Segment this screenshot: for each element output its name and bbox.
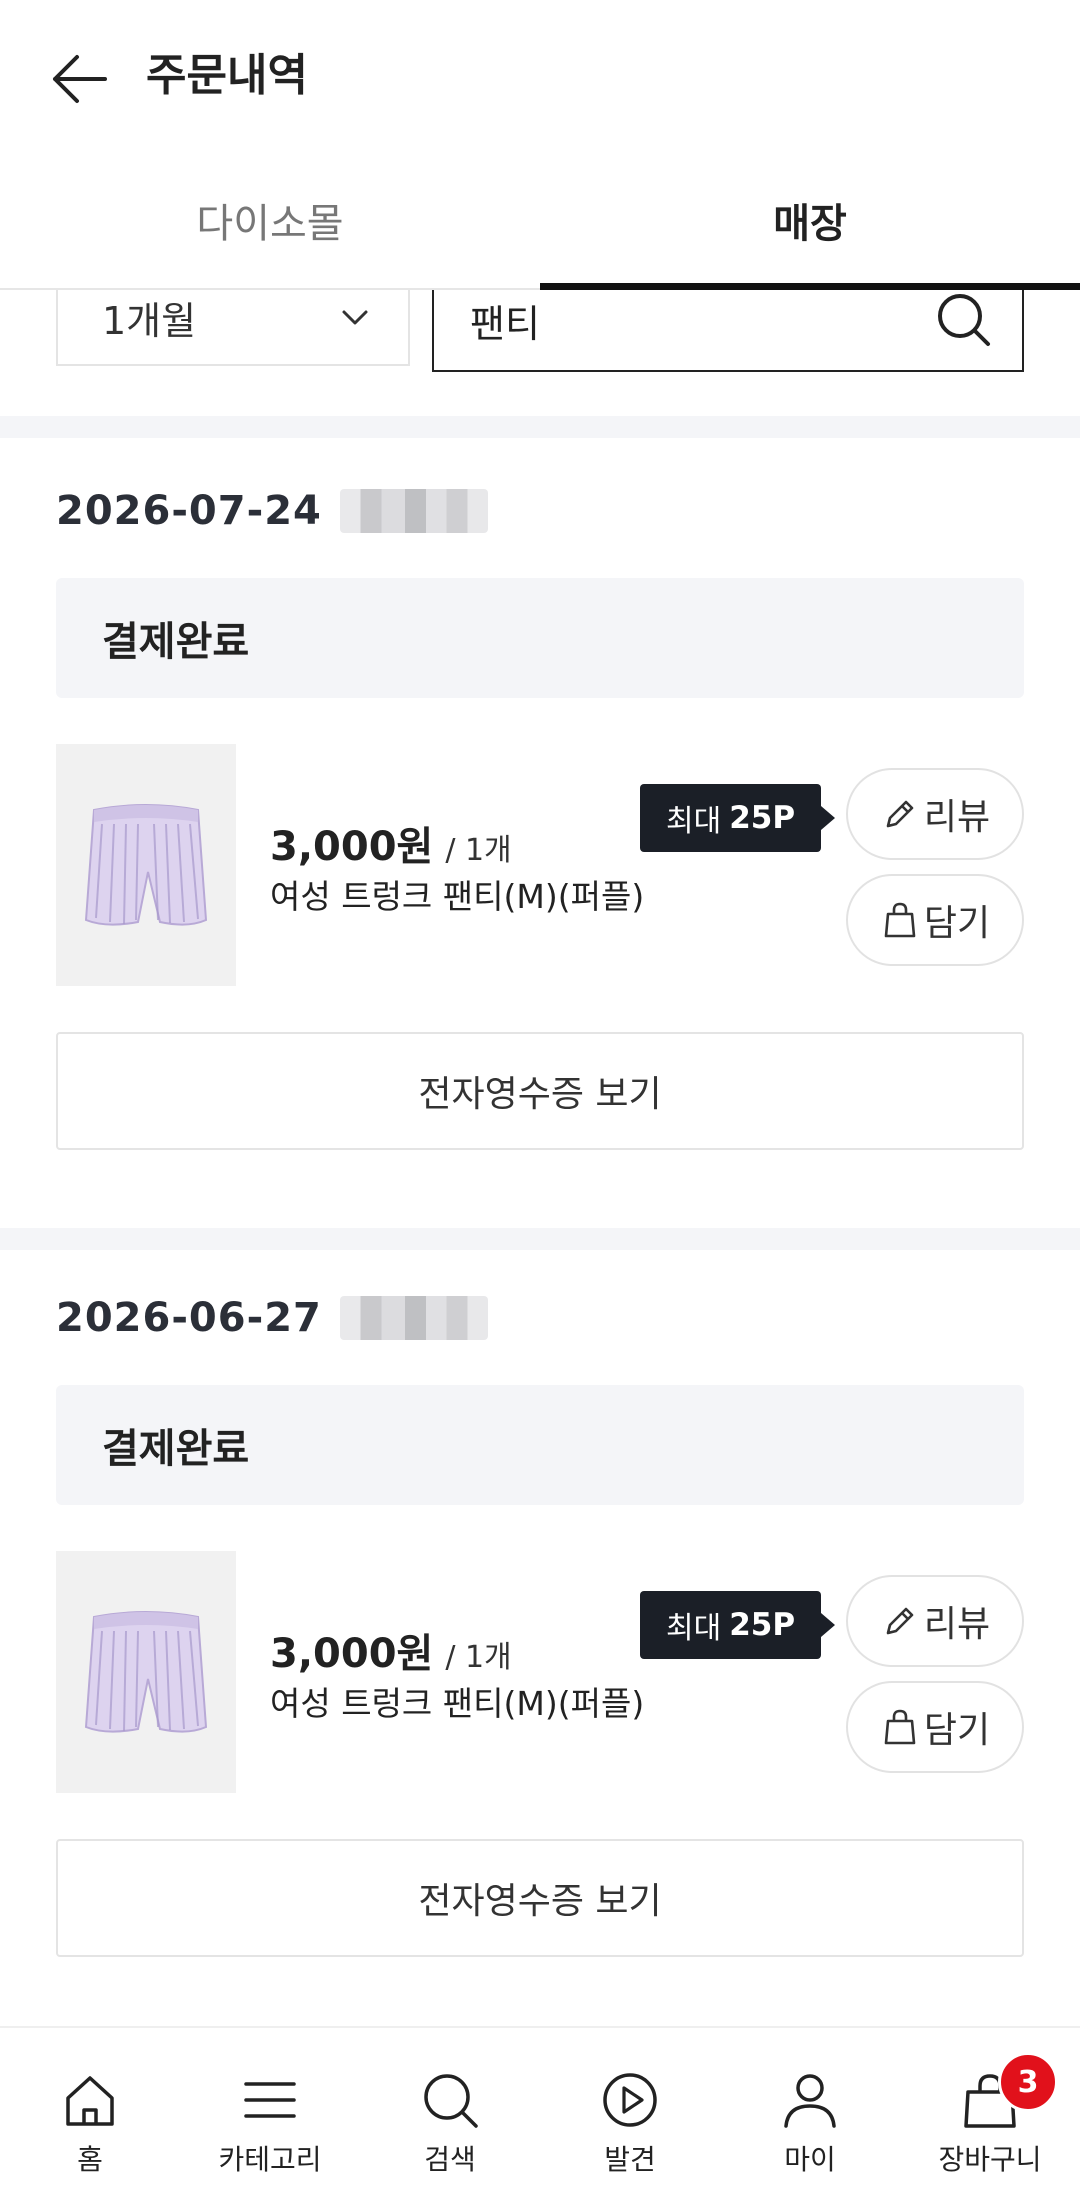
page-title: 주문내역: [146, 50, 308, 101]
tab-store[interactable]: 매장: [540, 150, 1080, 290]
pencil-icon: [886, 800, 914, 828]
menu-icon: [244, 2082, 296, 2118]
add-to-cart-button[interactable]: 담기: [846, 1681, 1024, 1773]
bottom-navigation: 홈 카테고리 검색 발견 마이 장바구니 3: [0, 2026, 1080, 2202]
chevron-down-icon: [342, 310, 368, 325]
add-to-cart-button[interactable]: 담기: [846, 874, 1024, 966]
nav-label: 발견: [604, 2143, 656, 2176]
trunk-shorts-image: [84, 804, 208, 926]
nav-label: 카테고리: [218, 2143, 322, 2176]
order-date: 2026-06-27: [56, 1295, 322, 1341]
order-date-row: 2026-06-27: [56, 1293, 488, 1343]
back-button[interactable]: [46, 46, 112, 112]
arrow-left-icon: [53, 55, 107, 103]
points-value: 25P: [729, 1607, 796, 1643]
search-icon: [424, 2074, 478, 2128]
order-status: 결제완료: [102, 1426, 250, 1472]
nav-item-cart[interactable]: 장바구니 3: [900, 2028, 1080, 2202]
nav-item-search[interactable]: 검색: [360, 2028, 540, 2202]
section-divider: [0, 416, 1080, 438]
order-date: 2026-07-24: [56, 488, 322, 534]
item-quantity: / 1개: [445, 1640, 512, 1675]
write-review-button[interactable]: 리뷰: [846, 1575, 1024, 1667]
order-status-box: 결제완료: [56, 1385, 1024, 1505]
nav-label: 검색: [424, 2143, 476, 2176]
nav-item-my[interactable]: 마이: [720, 2028, 900, 2202]
cart-count-badge: 3: [998, 2052, 1058, 2112]
view-receipt-button[interactable]: 전자영수증 보기: [56, 1032, 1024, 1150]
search-input[interactable]: [470, 298, 910, 342]
nav-item-home[interactable]: 홈: [0, 2028, 180, 2202]
cart-label: 담기: [923, 903, 991, 944]
review-label: 리뷰: [923, 1604, 991, 1645]
product-row: 3,000원 / 1개 여성 트렁크 팬티(M)(퍼플) 최대 25P 리뷰 담…: [56, 744, 1024, 986]
app-header: 주문내역: [0, 0, 1080, 150]
review-label: 리뷰: [923, 797, 991, 838]
order-status-box: 결제완료: [56, 578, 1024, 698]
tab-online-mall[interactable]: 다이소몰: [0, 150, 540, 290]
nav-item-discover[interactable]: 발견: [540, 2028, 720, 2202]
play-icon: [603, 2073, 657, 2127]
active-tab-indicator: [540, 283, 1080, 290]
order-card: 2026-06-27 결제완료 3,000원 / 1개 여성 트렁크 팬티(M)…: [0, 1245, 1080, 2025]
points-badge: 최대 25P: [640, 1591, 836, 1659]
product-thumbnail[interactable]: [56, 744, 236, 986]
product-name: 여성 트렁크 팬티(M)(퍼플): [270, 1684, 645, 1723]
order-status: 결제완료: [102, 619, 250, 665]
product-name: 여성 트렁크 팬티(M)(퍼플): [270, 877, 645, 916]
pencil-icon: [886, 1607, 914, 1635]
nav-label: 장바구니: [938, 2143, 1042, 2176]
cart-label: 담기: [923, 1710, 991, 1751]
price-line: 3,000원 / 1개: [270, 1621, 512, 1679]
shopping-bag-icon: [884, 902, 916, 938]
nav-item-category[interactable]: 카테고리: [180, 2028, 360, 2202]
shopping-bag-icon: [884, 1709, 916, 1745]
write-review-button[interactable]: 리뷰: [846, 768, 1024, 860]
order-source-tabs: 다이소몰 매장: [0, 150, 1080, 290]
points-prefix: 최대: [666, 804, 722, 839]
points-badge: 최대 25P: [640, 784, 836, 852]
period-select-value: 1개월: [102, 298, 197, 343]
price-line: 3,000원 / 1개: [270, 814, 512, 872]
nav-label: 마이: [784, 2143, 836, 2176]
product-thumbnail[interactable]: [56, 1551, 236, 1793]
nav-label: 홈: [77, 2143, 103, 2176]
points-value: 25P: [729, 800, 796, 836]
trunk-shorts-image: [84, 1611, 208, 1733]
item-quantity: / 1개: [445, 833, 512, 868]
order-date-row: 2026-07-24: [56, 486, 488, 536]
person-icon: [784, 2074, 836, 2128]
order-card: 2026-07-24 결제완료 3,000원 / 1개 여성 트렁크 팬티(M)…: [0, 438, 1080, 1228]
product-row: 3,000원 / 1개 여성 트렁크 팬티(M)(퍼플) 최대 25P 리뷰 담…: [56, 1551, 1024, 1793]
home-icon: [66, 2076, 114, 2126]
view-receipt-button[interactable]: 전자영수증 보기: [56, 1839, 1024, 1957]
blurred-order-number: [339, 1296, 488, 1340]
item-price: 3,000원: [270, 824, 434, 870]
blurred-order-number: [339, 489, 488, 533]
item-price: 3,000원: [270, 1631, 434, 1677]
points-prefix: 최대: [666, 1611, 722, 1646]
search-icon[interactable]: [934, 290, 994, 350]
